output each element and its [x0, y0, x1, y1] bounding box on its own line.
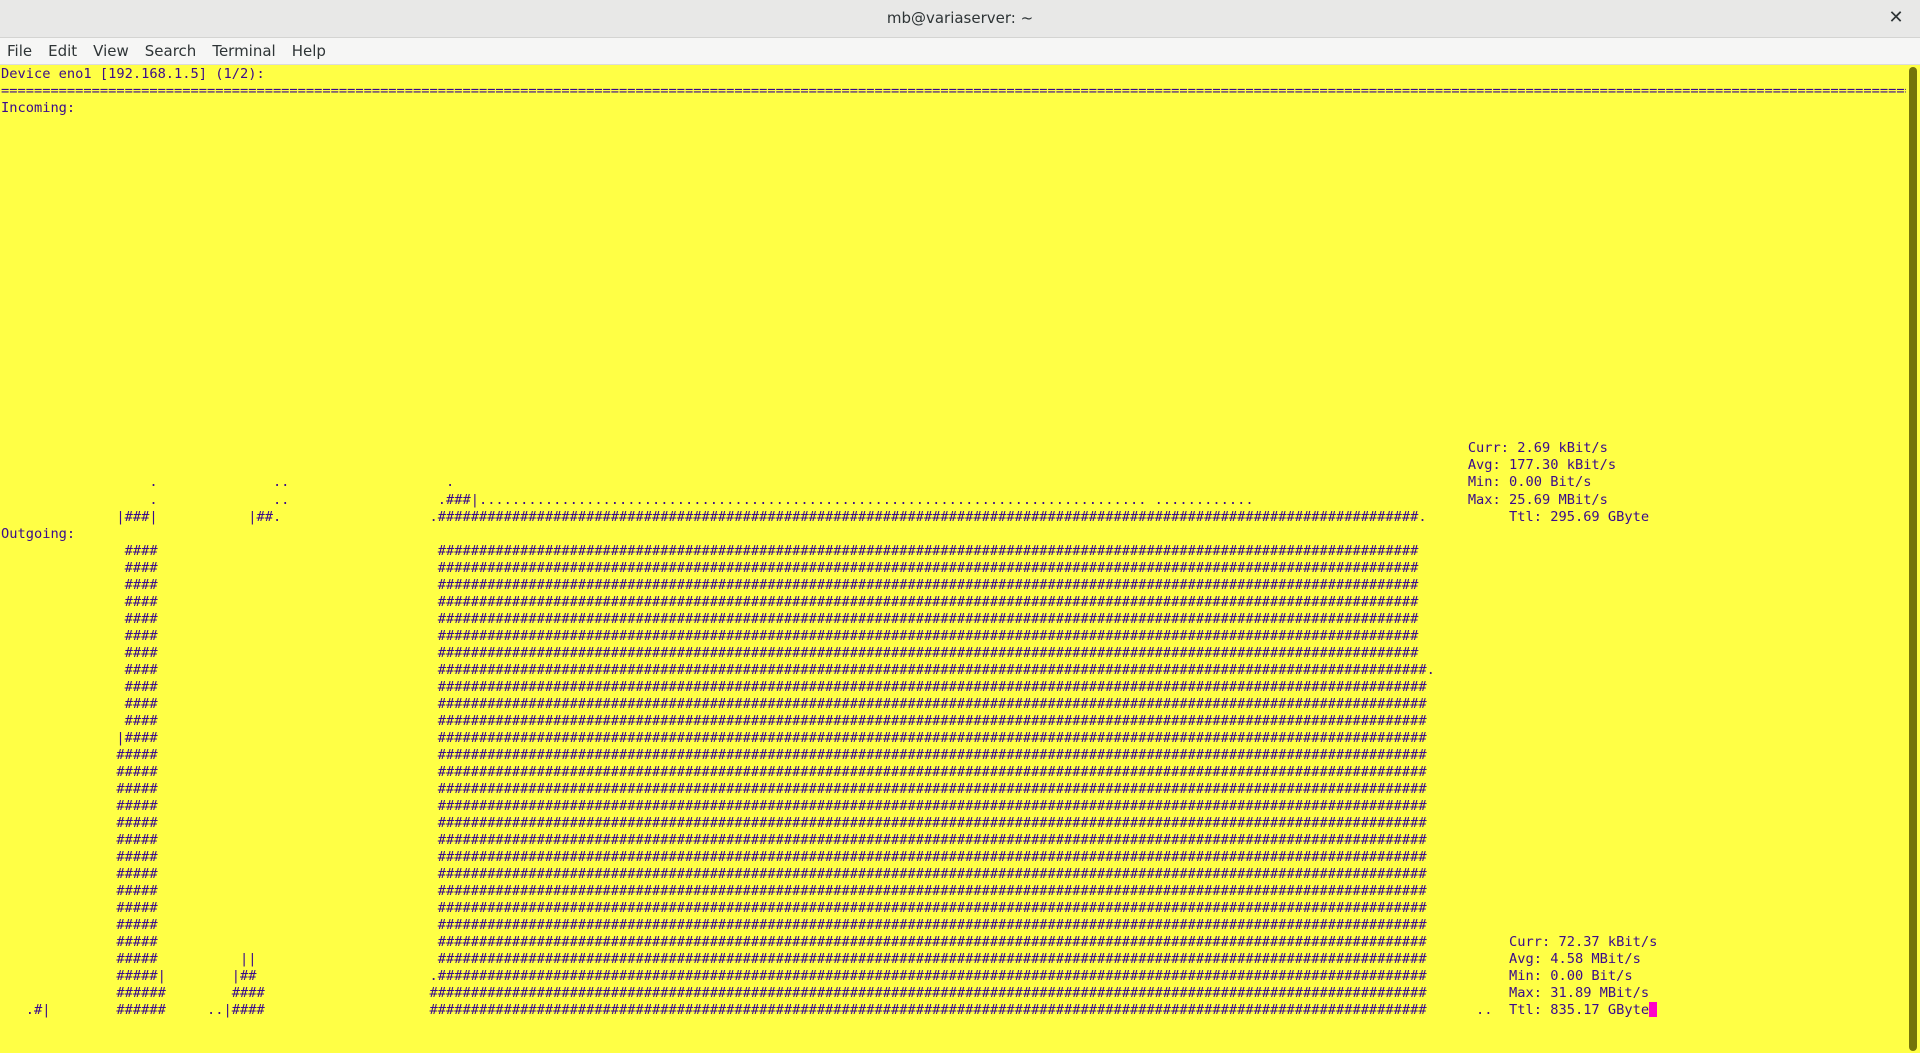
- terminal-line: #### ###################################…: [1, 644, 1419, 661]
- terminal-line: . .. . Min: 0.00 Bit/s: [1, 474, 1592, 491]
- terminal-line: #### ###################################…: [1, 661, 1435, 678]
- text-cursor: [1649, 1002, 1658, 1018]
- terminal-line: .#| ###### ..|#### #####################…: [1, 1002, 1658, 1019]
- terminal-line: ###### #### ############################…: [1, 985, 1650, 1002]
- terminal-window: mb@variaserver: ~ ✕ File Edit View Search Te…: [0, 0, 1920, 1053]
- terminal-line: ##### || ###############################…: [1, 951, 1641, 968]
- terminal-line: Outgoing:: [1, 525, 76, 542]
- terminal-line: #### ###################################…: [1, 695, 1427, 712]
- scrollbar-thumb[interactable]: [1909, 67, 1917, 1051]
- terminal-line: #### ###################################…: [1, 576, 1419, 593]
- terminal-line: ##### ##################################…: [1, 899, 1427, 916]
- terminal-line: Device eno1 [192.168.1.5] (1/2):: [1, 66, 265, 82]
- close-icon[interactable]: ✕: [1886, 8, 1906, 28]
- menu-file[interactable]: File: [0, 38, 40, 64]
- menu-search[interactable]: Search: [137, 38, 205, 64]
- terminal-line: ##### ##################################…: [1, 917, 1427, 933]
- menu-view[interactable]: View: [85, 38, 137, 64]
- vertical-scrollbar[interactable]: [1906, 65, 1920, 1053]
- terminal-line: |#### ##################################…: [1, 729, 1427, 746]
- window-title: mb@variaserver: ~: [886, 9, 1034, 27]
- terminal-line: ##### ##################################…: [1, 814, 1427, 831]
- terminal-line: ##### ##################################…: [1, 882, 1427, 899]
- terminal-line: #### ###################################…: [1, 559, 1419, 576]
- terminal-line: #### ###################################…: [1, 627, 1419, 644]
- terminal-line: #### ###################################…: [1, 678, 1427, 695]
- terminal-line: ========================================…: [1, 83, 1906, 100]
- terminal-line: ##### ##################################…: [1, 865, 1427, 882]
- menu-bar: File Edit View Search Terminal Help: [0, 38, 1920, 65]
- menu-terminal[interactable]: Terminal: [204, 38, 283, 64]
- menu-edit[interactable]: Edit: [40, 38, 85, 64]
- terminal-line: ##### ##################################…: [1, 797, 1427, 814]
- terminal-line: Avg: 177.30 kBit/s: [1, 457, 1617, 474]
- terminal-line: #####| |## .############################…: [1, 968, 1633, 985]
- terminal-line: ##### ##################################…: [1, 780, 1427, 797]
- terminal-line: #### ###################################…: [1, 542, 1419, 559]
- terminal-line: ##### ##################################…: [1, 763, 1427, 780]
- terminal-line: ##### ##################################…: [1, 831, 1427, 848]
- terminal-output[interactable]: Device eno1 [192.168.1.5] (1/2): ========…: [0, 65, 1906, 1053]
- terminal-line: . .. .###|..............................…: [1, 491, 1608, 508]
- terminal-line: #### ###################################…: [1, 593, 1419, 610]
- terminal-line: Curr: 2.69 kBit/s: [1, 440, 1608, 457]
- terminal-line: #### ###################################…: [1, 712, 1427, 729]
- menu-help[interactable]: Help: [284, 38, 334, 64]
- title-bar[interactable]: mb@variaserver: ~ ✕: [0, 0, 1920, 38]
- terminal-line: Incoming:: [1, 100, 76, 117]
- terminal-line: #### ###################################…: [1, 610, 1419, 627]
- terminal-line: |###| |##. .############################…: [1, 508, 1650, 525]
- terminal-line: ##### ##################################…: [1, 848, 1427, 865]
- terminal-line: ##### ##################################…: [1, 746, 1427, 763]
- terminal-line: ##### ##################################…: [1, 934, 1658, 951]
